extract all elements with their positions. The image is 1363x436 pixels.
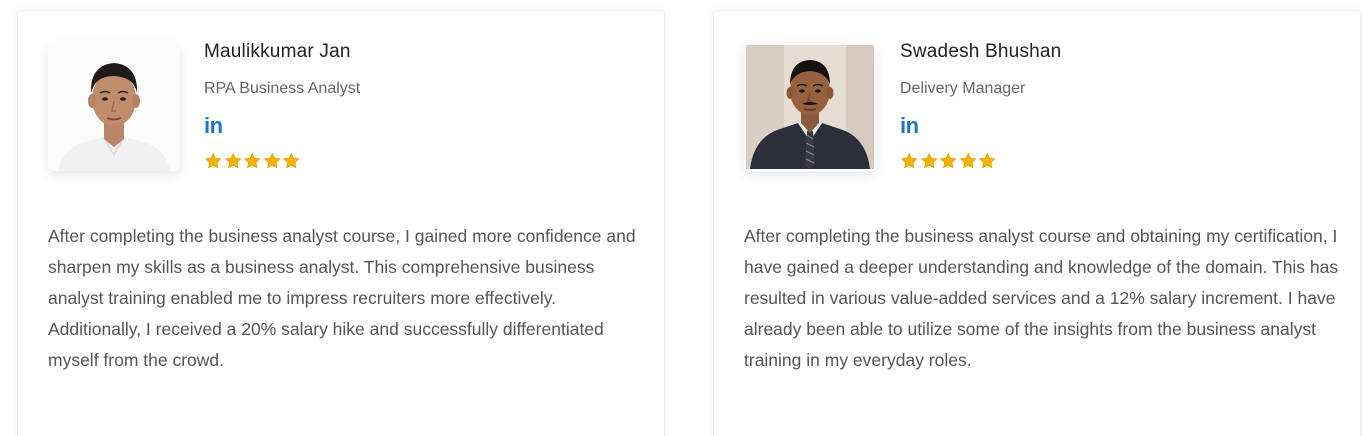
star-rating [900,152,997,170]
reviewer-name: Maulikkumar Jan [204,41,351,62]
star-icon [204,152,222,169]
avatar-photo [746,45,874,169]
avatar [744,43,876,171]
star-rating [204,152,301,170]
star-icon [959,152,977,169]
star-icon [263,152,281,169]
linkedin-icon[interactable]: in [204,113,223,139]
avatar-photo [48,43,180,171]
star-icon [243,152,261,169]
testimonial-text: After completing the business analyst co… [48,226,636,370]
star-icon [939,152,957,169]
star-icon [900,152,918,169]
reviewer-role: RPA Business Analyst [204,80,361,97]
star-icon [224,152,242,169]
linkedin-icon[interactable]: in [900,113,919,139]
star-icon [978,152,996,169]
testimonial-text: After completing the business analyst co… [744,226,1339,370]
testimonial-card-1: Maulikkumar Jan RPA Business Analyst in … [17,10,665,436]
star-icon [920,152,938,169]
reviewer-name: Swadesh Bhushan [900,41,1062,62]
avatar [48,43,180,171]
star-icon [282,152,300,169]
reviewer-role: Delivery Manager [900,80,1026,97]
testimonial-card-2: Swadesh Bhushan Delivery Manager in Afte… [713,10,1361,436]
